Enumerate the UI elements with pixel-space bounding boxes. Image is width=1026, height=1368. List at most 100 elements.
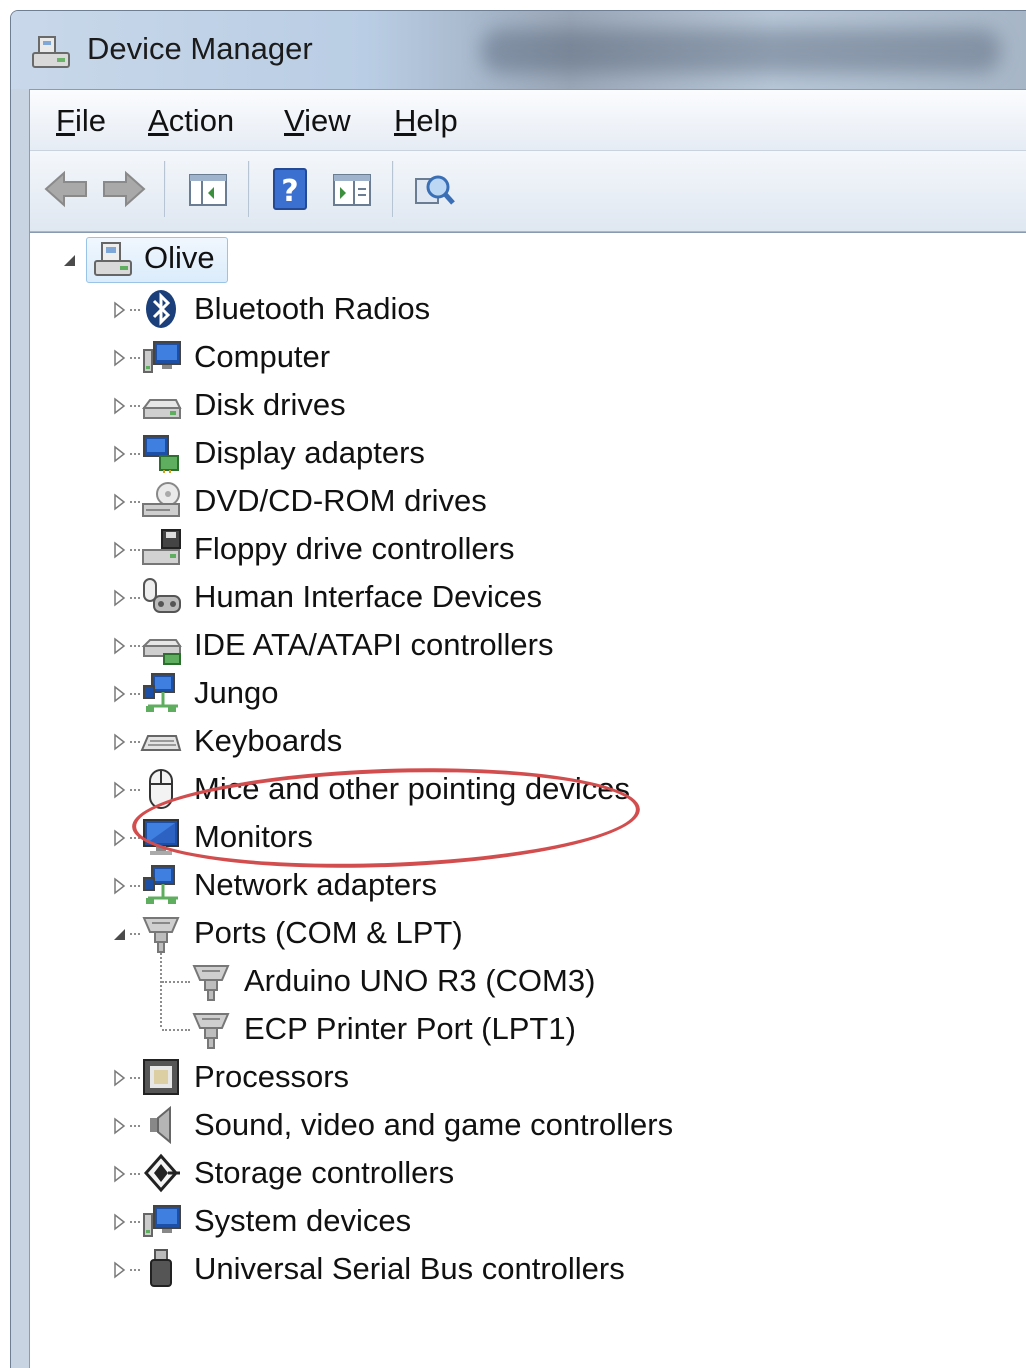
device-tree[interactable]: Olive Bluetooth Radios Computer Disk drives…	[30, 232, 1026, 1368]
properties-icon[interactable]	[328, 165, 376, 213]
tree-connector	[130, 837, 140, 841]
floppy-controller-icon	[140, 528, 182, 570]
expand-arrow-icon[interactable]	[110, 685, 128, 703]
toolbar-separator	[392, 161, 394, 217]
tree-item-label: Jungo	[194, 675, 279, 710]
tree-category-keyboards[interactable]: Keyboards	[30, 717, 1026, 765]
port-icon	[140, 912, 182, 954]
tree-category-jungo[interactable]: Jungo	[30, 669, 1026, 717]
tree-root[interactable]: Olive	[30, 237, 1026, 285]
menu-action[interactable]: Action	[144, 100, 238, 142]
menu-view[interactable]: View	[280, 100, 355, 142]
tree-device-arduino-uno-r3-com3[interactable]: Arduino UNO R3 (COM3)	[30, 957, 1026, 1005]
tree-connector	[130, 1221, 140, 1225]
svg-text:?: ?	[281, 174, 298, 209]
tree-item-label: ECP Printer Port (LPT1)	[244, 1011, 576, 1046]
tree-item-label: Bluetooth Radios	[194, 291, 431, 326]
toolbar-separator	[248, 161, 250, 217]
toolbar: ?	[30, 151, 1026, 232]
tree-item-label: Processors	[194, 1059, 350, 1094]
tree-item-label: Floppy drive controllers	[194, 531, 515, 566]
expand-arrow-icon[interactable]	[110, 445, 128, 463]
tree-item-label: Computer	[194, 339, 331, 374]
menu-action-accel: A	[148, 103, 169, 138]
expand-arrow-icon[interactable]	[110, 637, 128, 655]
tree-category-sound-video-and-game-controllers[interactable]: Sound, video and game controllers	[30, 1101, 1026, 1149]
title-bar[interactable]: Device Manager	[11, 11, 1026, 89]
tree-category-computer[interactable]: Computer	[30, 333, 1026, 381]
expand-arrow-icon[interactable]	[110, 1213, 128, 1231]
window-client-area: File Action View Help ? Olive Bluetooth …	[29, 89, 1026, 1368]
tree-category-processors[interactable]: Processors	[30, 1053, 1026, 1101]
port-icon	[190, 960, 232, 1002]
tree-item-label: IDE ATA/ATAPI controllers	[194, 627, 554, 662]
tree-category-monitors[interactable]: Monitors	[30, 813, 1026, 861]
root-computer-icon	[92, 239, 134, 281]
menu-view-accel: V	[284, 103, 305, 138]
expand-arrow-icon[interactable]	[110, 541, 128, 559]
expand-arrow-icon[interactable]	[110, 397, 128, 415]
tree-connector	[162, 981, 190, 985]
tree-category-bluetooth-radios[interactable]: Bluetooth Radios	[30, 285, 1026, 333]
tree-connector	[130, 1125, 140, 1129]
expand-arrow-icon[interactable]	[110, 877, 128, 895]
expand-arrow-icon[interactable]	[110, 829, 128, 847]
help-icon[interactable]: ?	[266, 165, 314, 213]
expand-arrow-icon[interactable]	[110, 493, 128, 511]
back-icon[interactable]	[42, 165, 90, 213]
tree-item-label: DVD/CD-ROM drives	[194, 483, 487, 518]
tree-device-ecp-printer-port-lpt1[interactable]: ECP Printer Port (LPT1)	[30, 1005, 1026, 1053]
network-adapter-icon	[140, 864, 182, 906]
menu-file-label: ile	[74, 103, 106, 138]
expand-arrow-icon[interactable]	[110, 589, 128, 607]
tree-item-label: Sound, video and game controllers	[194, 1107, 674, 1142]
tree-category-system-devices[interactable]: System devices	[30, 1197, 1026, 1245]
tree-item-label: Keyboards	[194, 723, 343, 758]
tree-category-universal-serial-bus-controllers[interactable]: Universal Serial Bus controllers	[30, 1245, 1026, 1293]
tree-category-disk-drives[interactable]: Disk drives	[30, 381, 1026, 429]
tree-category-mice-and-other-pointing-devices[interactable]: Mice and other pointing devices	[30, 765, 1026, 813]
dvd-drive-icon	[140, 480, 182, 522]
menu-file[interactable]: File	[52, 100, 110, 142]
menu-help[interactable]: Help	[390, 100, 462, 142]
tree-category-ports-com-lpt[interactable]: Ports (COM & LPT)	[30, 909, 1026, 957]
tree-connector	[130, 549, 140, 553]
tree-category-ide-ata-atapi-controllers[interactable]: IDE ATA/ATAPI controllers	[30, 621, 1026, 669]
expand-arrow-icon[interactable]	[110, 349, 128, 367]
tree-category-network-adapters[interactable]: Network adapters	[30, 861, 1026, 909]
expand-arrow-icon[interactable]	[110, 1261, 128, 1279]
tree-item-label: Display adapters	[194, 435, 425, 470]
tree-category-storage-controllers[interactable]: Storage controllers	[30, 1149, 1026, 1197]
expand-arrow-icon[interactable]	[110, 1069, 128, 1087]
tree-item-label: Monitors	[194, 819, 313, 854]
tree-item-label: Disk drives	[194, 387, 346, 422]
tree-connector	[130, 357, 140, 361]
monitor-icon	[140, 816, 182, 858]
device-manager-window: Device Manager File Action View Help ? O…	[10, 10, 1026, 1368]
menu-help-accel: H	[394, 103, 417, 138]
collapse-arrow-icon[interactable]	[60, 251, 78, 269]
expand-arrow-icon[interactable]	[110, 733, 128, 751]
collapse-arrow-icon[interactable]	[110, 925, 128, 943]
mouse-icon	[140, 768, 182, 810]
processor-icon	[140, 1056, 182, 1098]
ide-controller-icon	[140, 624, 182, 666]
tree-item-label: System devices	[194, 1203, 412, 1238]
keyboard-icon	[140, 720, 182, 762]
computer-icon	[140, 336, 182, 378]
expand-arrow-icon[interactable]	[110, 1165, 128, 1183]
tree-category-floppy-drive-controllers[interactable]: Floppy drive controllers	[30, 525, 1026, 573]
expand-arrow-icon[interactable]	[110, 781, 128, 799]
expand-arrow-icon[interactable]	[110, 301, 128, 319]
tree-connector	[130, 501, 140, 505]
storage-controller-icon	[140, 1152, 182, 1194]
show-hide-console-tree-icon[interactable]	[184, 165, 232, 213]
tree-connector	[130, 1077, 140, 1081]
tree-category-display-adapters[interactable]: Display adapters	[30, 429, 1026, 477]
tree-category-human-interface-devices[interactable]: Human Interface Devices	[30, 573, 1026, 621]
tree-category-dvd-cd-rom-drives[interactable]: DVD/CD-ROM drives	[30, 477, 1026, 525]
expand-arrow-icon[interactable]	[110, 1117, 128, 1135]
scan-hardware-changes-icon[interactable]	[410, 165, 458, 213]
menu-action-label: ction	[168, 103, 235, 138]
forward-icon[interactable]	[100, 165, 148, 213]
